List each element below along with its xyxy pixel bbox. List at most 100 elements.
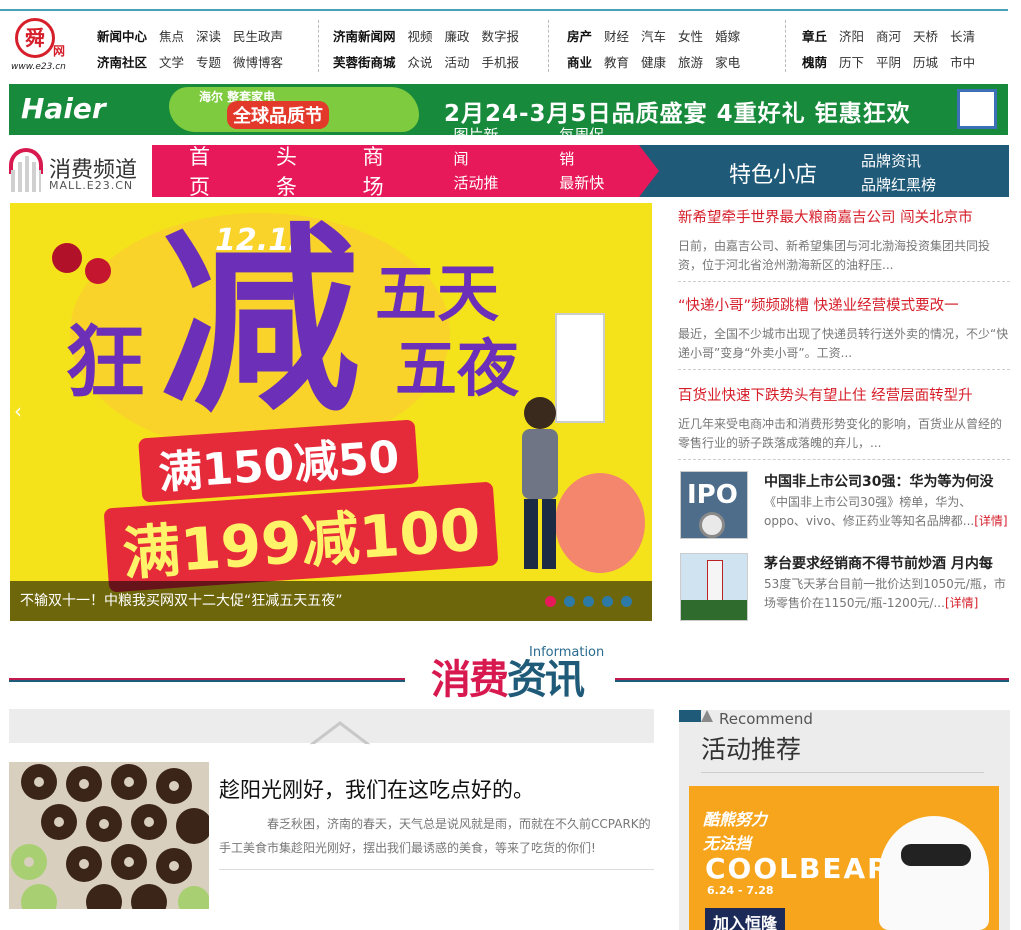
topnav-link[interactable]: 济南新闻网 [333,26,396,45]
person-image [522,397,558,569]
topnav-link[interactable]: 汽车 [641,26,666,45]
image-news-title[interactable]: 中国非上市公司30强：华为等为何没 [764,471,1009,491]
topnav-link[interactable]: 商业 [567,52,592,71]
recommend-title-en: Recommend [719,710,813,728]
topnav-link[interactable]: 长清 [950,26,975,45]
recommend-triangle-icon [701,710,713,722]
topnav-link[interactable]: 文学 [159,52,184,71]
channel-logo[interactable]: 消费频道 MALL.E23.CN [9,146,149,198]
slider-dot[interactable] [583,596,594,607]
topnav-link[interactable]: 市中 [950,52,975,71]
image-news-item: 茅台要求经销商不得节前炒酒 月内每 53度飞天茅台目前一批价达到1050元/瓶，… [678,553,1010,623]
recommend-divider [701,772,984,773]
nav-mall[interactable]: 商场 [333,141,420,201]
news-item: 新希望牵手世界最大粮商嘉吉公司 闯关北京市 日前，由嘉吉公司、新希望集团与河北渤… [678,206,1010,282]
image-news-title[interactable]: 茅台要求经销商不得节前炒酒 月内每 [764,553,1009,573]
sunglasses-icon [901,844,971,866]
topnav-link[interactable]: 数字报 [482,26,520,45]
topnav-link[interactable]: 平阴 [876,52,901,71]
topnav-link[interactable]: 旅游 [678,52,703,71]
details-link[interactable]: [详情] [945,596,978,610]
chevron-up-icon[interactable] [309,717,371,747]
topnav-link[interactable]: 家电 [715,52,740,71]
recommend-bar [679,710,701,722]
article-divider [219,869,654,870]
topnav-link[interactable]: 微博博客 [233,52,283,71]
topnav-link[interactable]: 婚嫁 [715,26,740,45]
news-title[interactable]: “快递小哥”频频跳槽 快递业经营模式要改一 [678,294,1010,315]
nav-home[interactable]: 首页 [152,141,246,201]
news-item: 百货业快速下跌势头有望止住 经营层面转型升 近几年来受电商冲击和消费形势变化的影… [678,384,1010,460]
news-title[interactable]: 新希望牵手世界最大粮商嘉吉公司 闯关北京市 [678,206,1010,227]
heading-rule-left [9,678,405,682]
clock-icon [699,512,725,538]
topnav-link[interactable]: 专题 [196,52,221,71]
topnav-link[interactable]: 商河 [876,26,901,45]
topnav-link[interactable]: 女性 [678,26,703,45]
topnav-link[interactable]: 槐荫 [802,52,827,71]
cherry-icon [85,258,111,284]
nav-weekly-promo[interactable]: 每周促销 [559,123,619,171]
nav-shops[interactable]: 特色小店 [729,157,817,189]
topnav-link[interactable]: 济阳 [839,26,864,45]
topnav-link[interactable]: 众说 [408,52,433,71]
article-title[interactable]: 趁阳光刚好，我们在这吃点好的。 [219,774,534,804]
article-thumbnail[interactable] [9,762,209,909]
topnav-link[interactable]: 济南社区 [97,52,147,71]
topnav-link[interactable]: 房产 [567,26,592,45]
logo-sub: 网 [53,44,66,58]
top-divider [0,9,1008,11]
ad-brand: COOLBEAR [705,852,891,885]
cherry-icon [52,243,82,273]
slider-dot[interactable] [545,596,556,607]
topnav-link[interactable]: 手机报 [482,52,520,71]
topnav-link[interactable]: 历城 [913,52,938,71]
news-thumbnail[interactable] [680,553,748,621]
nav-brand-rank[interactable]: 品牌红黑榜 [861,173,936,197]
topnav-link[interactable]: 章丘 [802,26,827,45]
hero-slider[interactable]: 12.12 狂 减 五天 五夜 满150减50 满199减100 ‹ 不输双十一… [10,203,652,621]
topnav-link[interactable]: 视频 [408,26,433,45]
news-thumbnail[interactable]: IPO [680,471,748,539]
slider-left-char: 狂 [65,316,145,409]
topnav-group-3: 房产 财经 汽车 女性 婚嫁 商业 教育 健康 旅游 家电 [567,22,752,72]
topnav-link[interactable]: 深读 [196,26,221,45]
image-news-summary: 53度飞天茅台目前一批价达到1050元/瓶，市场零售价在1150元/瓶-1200… [764,577,1006,610]
coolbear-ad[interactable]: 酷熊努力 无法挡 COOLBEAR 6.24 - 7.28 加入恒隆 [689,786,999,930]
channel-nav-right: 特色小店 品牌资讯 品牌红黑榜 [639,145,1009,197]
site-logo[interactable]: 舜 网 www.e23.cn [9,16,81,76]
news-divider [678,281,1010,282]
trees-graphic [681,600,747,620]
slider-dot[interactable] [602,596,613,607]
topnav-link[interactable]: 焦点 [159,26,184,45]
topnav-link[interactable]: 天桥 [913,26,938,45]
haier-logo: Haier [21,92,106,125]
topnav-link[interactable]: 新闻中心 [97,26,147,45]
donuts-image [9,762,209,909]
nav-headlines[interactable]: 头条 [246,141,333,201]
topnav-link[interactable]: 活动 [445,52,470,71]
topnav-group-2: 济南新闻网 视频 廉政 数字报 芙蓉街商城 众说 活动 手机报 [333,22,531,72]
nav-arrow-shape [639,145,659,197]
topnav-link[interactable]: 财经 [604,26,629,45]
news-title[interactable]: 百货业快速下跌势头有望止住 经营层面转型升 [678,384,1010,405]
slider-prev-icon[interactable]: ‹ [14,399,22,423]
topnav-link[interactable]: 芙蓉街商城 [333,52,396,71]
topnav-link[interactable]: 历下 [839,52,864,71]
topnav-link[interactable]: 健康 [641,52,666,71]
nav-brand-news[interactable]: 品牌资讯 [861,149,936,173]
topnav-link[interactable]: 民生政声 [233,26,283,45]
nav-brand-group: 品牌资讯 品牌红黑榜 [861,149,936,197]
news-summary: 最近，全国不少城市出现了快递员转行送外卖的情况，不少“快递小哥”变身“外卖小哥”… [678,327,1009,360]
details-link[interactable]: [详情] [974,514,1007,528]
slider-dot[interactable] [564,596,575,607]
article-item: 趁阳光刚好，我们在这吃点好的。 春乏秋困，济南的春天，天气总是说风就是雨，而就在… [9,762,654,909]
nav-divider [318,20,319,72]
topnav-link[interactable]: 教育 [604,52,629,71]
topnav-link[interactable]: 廉政 [445,26,470,45]
nav-divider [785,20,786,72]
channel-domain: MALL.E23.CN [49,179,134,192]
slider-dot[interactable] [621,596,632,607]
slider-big-char: 减 [160,206,361,439]
nav-photo-news[interactable]: 图片新闻 [453,123,513,171]
